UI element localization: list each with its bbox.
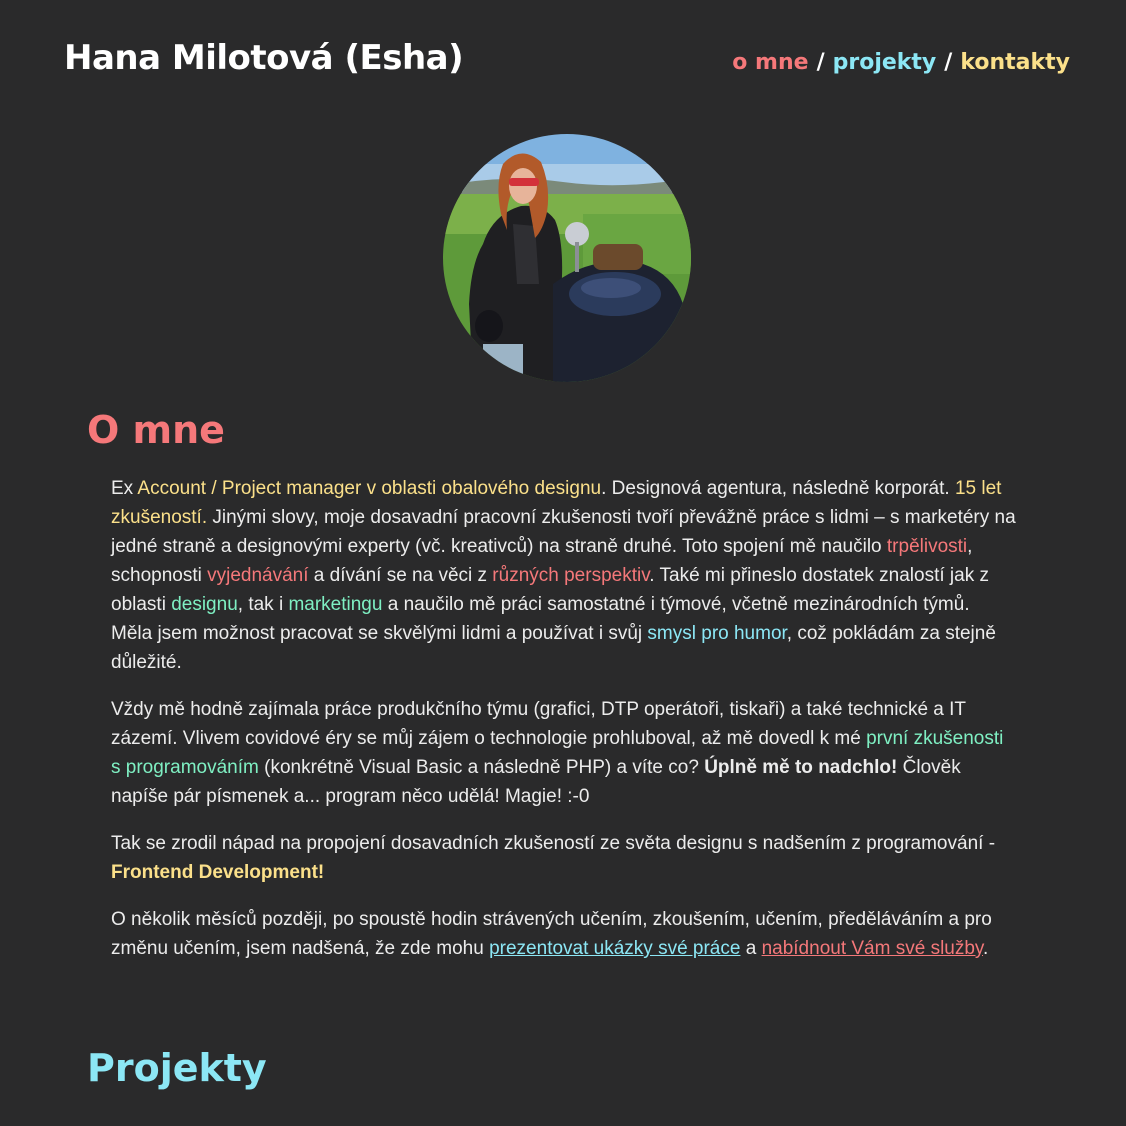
text: . (983, 938, 989, 959)
text: (konkrétně Visual Basic a následně PHP) … (258, 757, 705, 778)
about-paragraph: Tak se zrodil nápad na propojení dosavad… (111, 829, 1016, 887)
about-paragraph: Vždy mě hodně zajímala práce produkčního… (111, 695, 1016, 811)
projects-heading: Projekty (87, 1046, 267, 1090)
text: Vždy mě hodně zajímala práce produkčního… (111, 699, 966, 749)
highlight-design: designu (171, 594, 238, 615)
main-nav: o mne / projekty / kontakty (732, 50, 1070, 75)
profile-photo (443, 134, 691, 382)
link-services[interactable]: nabídnout Vám své služby (762, 938, 983, 959)
text: . Designová agentura, následně korporát. (601, 478, 955, 499)
emphasis-frontend: Frontend Development! (111, 862, 325, 883)
text: Ex (111, 478, 138, 499)
about-heading: O mne (87, 408, 225, 452)
site-header: Hana Milotová (Esha) o mne / projekty / kont… (0, 0, 1126, 110)
text: Jinými slovy, moje dosavadní pracovní zk… (111, 507, 1016, 557)
about-paragraph: O několik měsíců později, po spoustě hod… (111, 905, 1016, 963)
profile-photo-icon (443, 134, 691, 382)
nav-separator: / (816, 50, 825, 75)
nav-link-about[interactable]: o mne (732, 50, 808, 75)
emphasis-excited: Úplně mě to nadchlo! (704, 757, 898, 778)
text: , tak i (237, 594, 289, 615)
site-title: Hana Milotová (Esha) (64, 38, 464, 78)
text: a (740, 938, 762, 959)
nav-link-contacts[interactable]: kontakty (960, 50, 1070, 75)
nav-separator: / (944, 50, 953, 75)
highlight-patience: trpělivosti (886, 536, 968, 557)
highlight-marketing: marketingu (288, 594, 383, 615)
highlight-role: Account / Project manager v oblasti obal… (137, 478, 602, 499)
about-paragraph: Ex Account / Project manager v oblasti o… (111, 474, 1016, 677)
text: a dívání se na věci z (308, 565, 493, 586)
link-portfolio[interactable]: prezentovat ukázky své práce (489, 938, 740, 959)
highlight-perspectives: různých perspektiv (492, 565, 650, 586)
highlight-negotiation: vyjednávání (207, 565, 309, 586)
highlight-humor: smysl pro humor (647, 623, 787, 644)
about-text: Ex Account / Project manager v oblasti o… (111, 474, 1016, 981)
text: Tak se zrodil nápad na propojení dosavad… (111, 833, 996, 854)
page: Hana Milotová (Esha) o mne / projekty / kont… (0, 0, 1126, 1126)
nav-link-projects[interactable]: projekty (833, 50, 937, 75)
